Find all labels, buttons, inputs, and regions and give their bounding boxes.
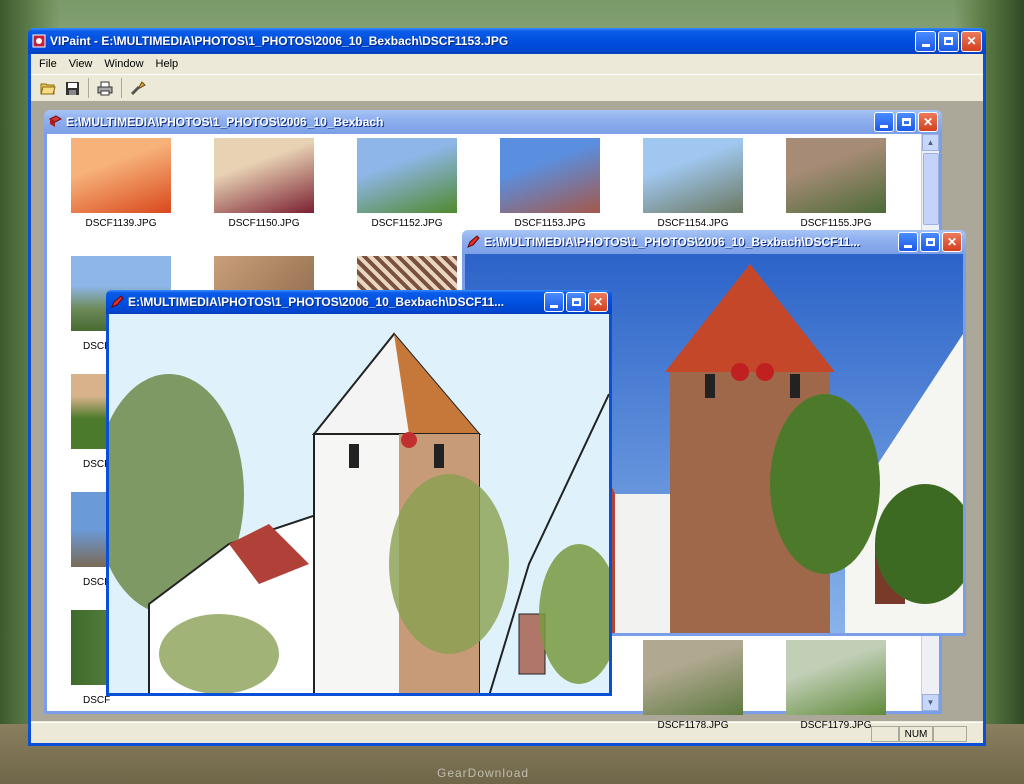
thumbnail-label: DSCF1155.JPG: [800, 218, 872, 229]
watermark: GearDownload: [437, 766, 530, 780]
pencil-icon: [467, 235, 480, 248]
thumbnail[interactable]: DSCF1150.JPG: [214, 138, 314, 229]
menu-file[interactable]: File: [33, 58, 63, 70]
thumbnail-image[interactable]: [786, 640, 886, 715]
minimize-button[interactable]: [915, 30, 936, 52]
thumbnail-label: DSCF1178.JPG: [657, 720, 729, 731]
thumbnail-image[interactable]: [214, 138, 314, 213]
open-folder-icon: [40, 83, 56, 95]
thumbnail-image[interactable]: [71, 138, 171, 213]
maximize-button[interactable]: [920, 232, 940, 252]
thumbnail[interactable]: DSCF1153.JPG: [500, 138, 600, 229]
sketch-canvas[interactable]: [109, 314, 609, 693]
thumbnail[interactable]: DSCF1155.JPG: [786, 138, 886, 229]
thumbnail-image[interactable]: [786, 138, 886, 213]
minimize-button[interactable]: [544, 292, 564, 312]
maximize-button[interactable]: [896, 112, 916, 132]
thumbnail-image[interactable]: [500, 138, 600, 213]
scroll-up-button[interactable]: ▲: [922, 134, 939, 151]
thumbnail-label: DSCF1139.JPG: [85, 218, 157, 229]
main-title: VIPaint - E:\MULTIMEDIA\PHOTOS\1_PHOTOS\…: [50, 34, 509, 48]
minimize-button[interactable]: [898, 232, 918, 252]
status-panel: [933, 726, 967, 742]
close-button[interactable]: ✕: [961, 30, 982, 52]
thumbnail-image[interactable]: [643, 138, 743, 213]
scroll-down-button[interactable]: ▼: [922, 694, 939, 711]
thumbnail-label: DSCF1153.JPG: [514, 218, 586, 229]
menu-help[interactable]: Help: [150, 58, 185, 70]
tools-icon: [130, 81, 146, 96]
browser-title-bar[interactable]: E:\MULTIMEDIA\PHOTOS\1_PHOTOS\2006_10_Be…: [44, 110, 942, 134]
thumbnail-label: DSCF: [83, 695, 111, 706]
thumbnail-label: DSCF1150.JPG: [228, 218, 300, 229]
close-button[interactable]: ✕: [588, 292, 608, 312]
thumbnail-label: DSCF1152.JPG: [371, 218, 443, 229]
open-button[interactable]: [37, 77, 59, 99]
thumbnail-label: DSCF1154.JPG: [657, 218, 729, 229]
thumbnail[interactable]: DSCF1179.JPG: [786, 640, 886, 731]
close-button[interactable]: ✕: [918, 112, 938, 132]
minimize-button[interactable]: [874, 112, 894, 132]
photo-title-bar[interactable]: E:\MULTIMEDIA\PHOTOS\1_PHOTOS\2006_10_Be…: [462, 230, 966, 254]
sketch-window: E:\MULTIMEDIA\PHOTOS\1_PHOTOS\2006_10_Be…: [106, 290, 612, 696]
church-sketch: [109, 314, 609, 693]
menu-window[interactable]: Window: [98, 58, 149, 70]
thumbnail[interactable]: DSCF1154.JPG: [643, 138, 743, 229]
thumbnail[interactable]: DSCF1178.JPG: [643, 640, 743, 731]
close-button[interactable]: ✕: [942, 232, 962, 252]
book-icon: [48, 115, 62, 127]
thumbnail-image[interactable]: [357, 138, 457, 213]
scroll-thumb[interactable]: [923, 153, 939, 225]
print-button[interactable]: [94, 77, 116, 99]
app-icon: [32, 34, 46, 48]
pencil-icon: [111, 295, 124, 308]
toolbar-separator: [88, 78, 89, 98]
sketch-title-bar[interactable]: E:\MULTIMEDIA\PHOTOS\1_PHOTOS\2006_10_Be…: [106, 290, 612, 314]
tools-button[interactable]: [127, 77, 149, 99]
browser-title: E:\MULTIMEDIA\PHOTOS\1_PHOTOS\2006_10_Be…: [66, 115, 384, 129]
save-icon: [65, 81, 79, 95]
thumbnail[interactable]: DSCF1139.JPG: [71, 138, 171, 229]
sketch-title: E:\MULTIMEDIA\PHOTOS\1_PHOTOS\2006_10_Be…: [128, 295, 505, 309]
thumbnail-label: DSCF1179.JPG: [800, 720, 872, 731]
thumbnail[interactable]: DSCF1152.JPG: [357, 138, 457, 229]
photo-title: E:\MULTIMEDIA\PHOTOS\1_PHOTOS\2006_10_Be…: [484, 235, 861, 249]
maximize-button[interactable]: [566, 292, 586, 312]
save-button[interactable]: [61, 77, 83, 99]
maximize-button[interactable]: [938, 30, 959, 52]
toolbar-separator: [121, 78, 122, 98]
status-num: NUM: [899, 726, 933, 742]
menu-view[interactable]: View: [63, 58, 99, 70]
thumbnail-image[interactable]: [643, 640, 743, 715]
menu-bar: File View Window Help: [31, 54, 983, 75]
toolbar: [31, 75, 983, 102]
print-icon: [97, 81, 113, 95]
main-title-bar[interactable]: VIPaint - E:\MULTIMEDIA\PHOTOS\1_PHOTOS\…: [28, 28, 986, 54]
